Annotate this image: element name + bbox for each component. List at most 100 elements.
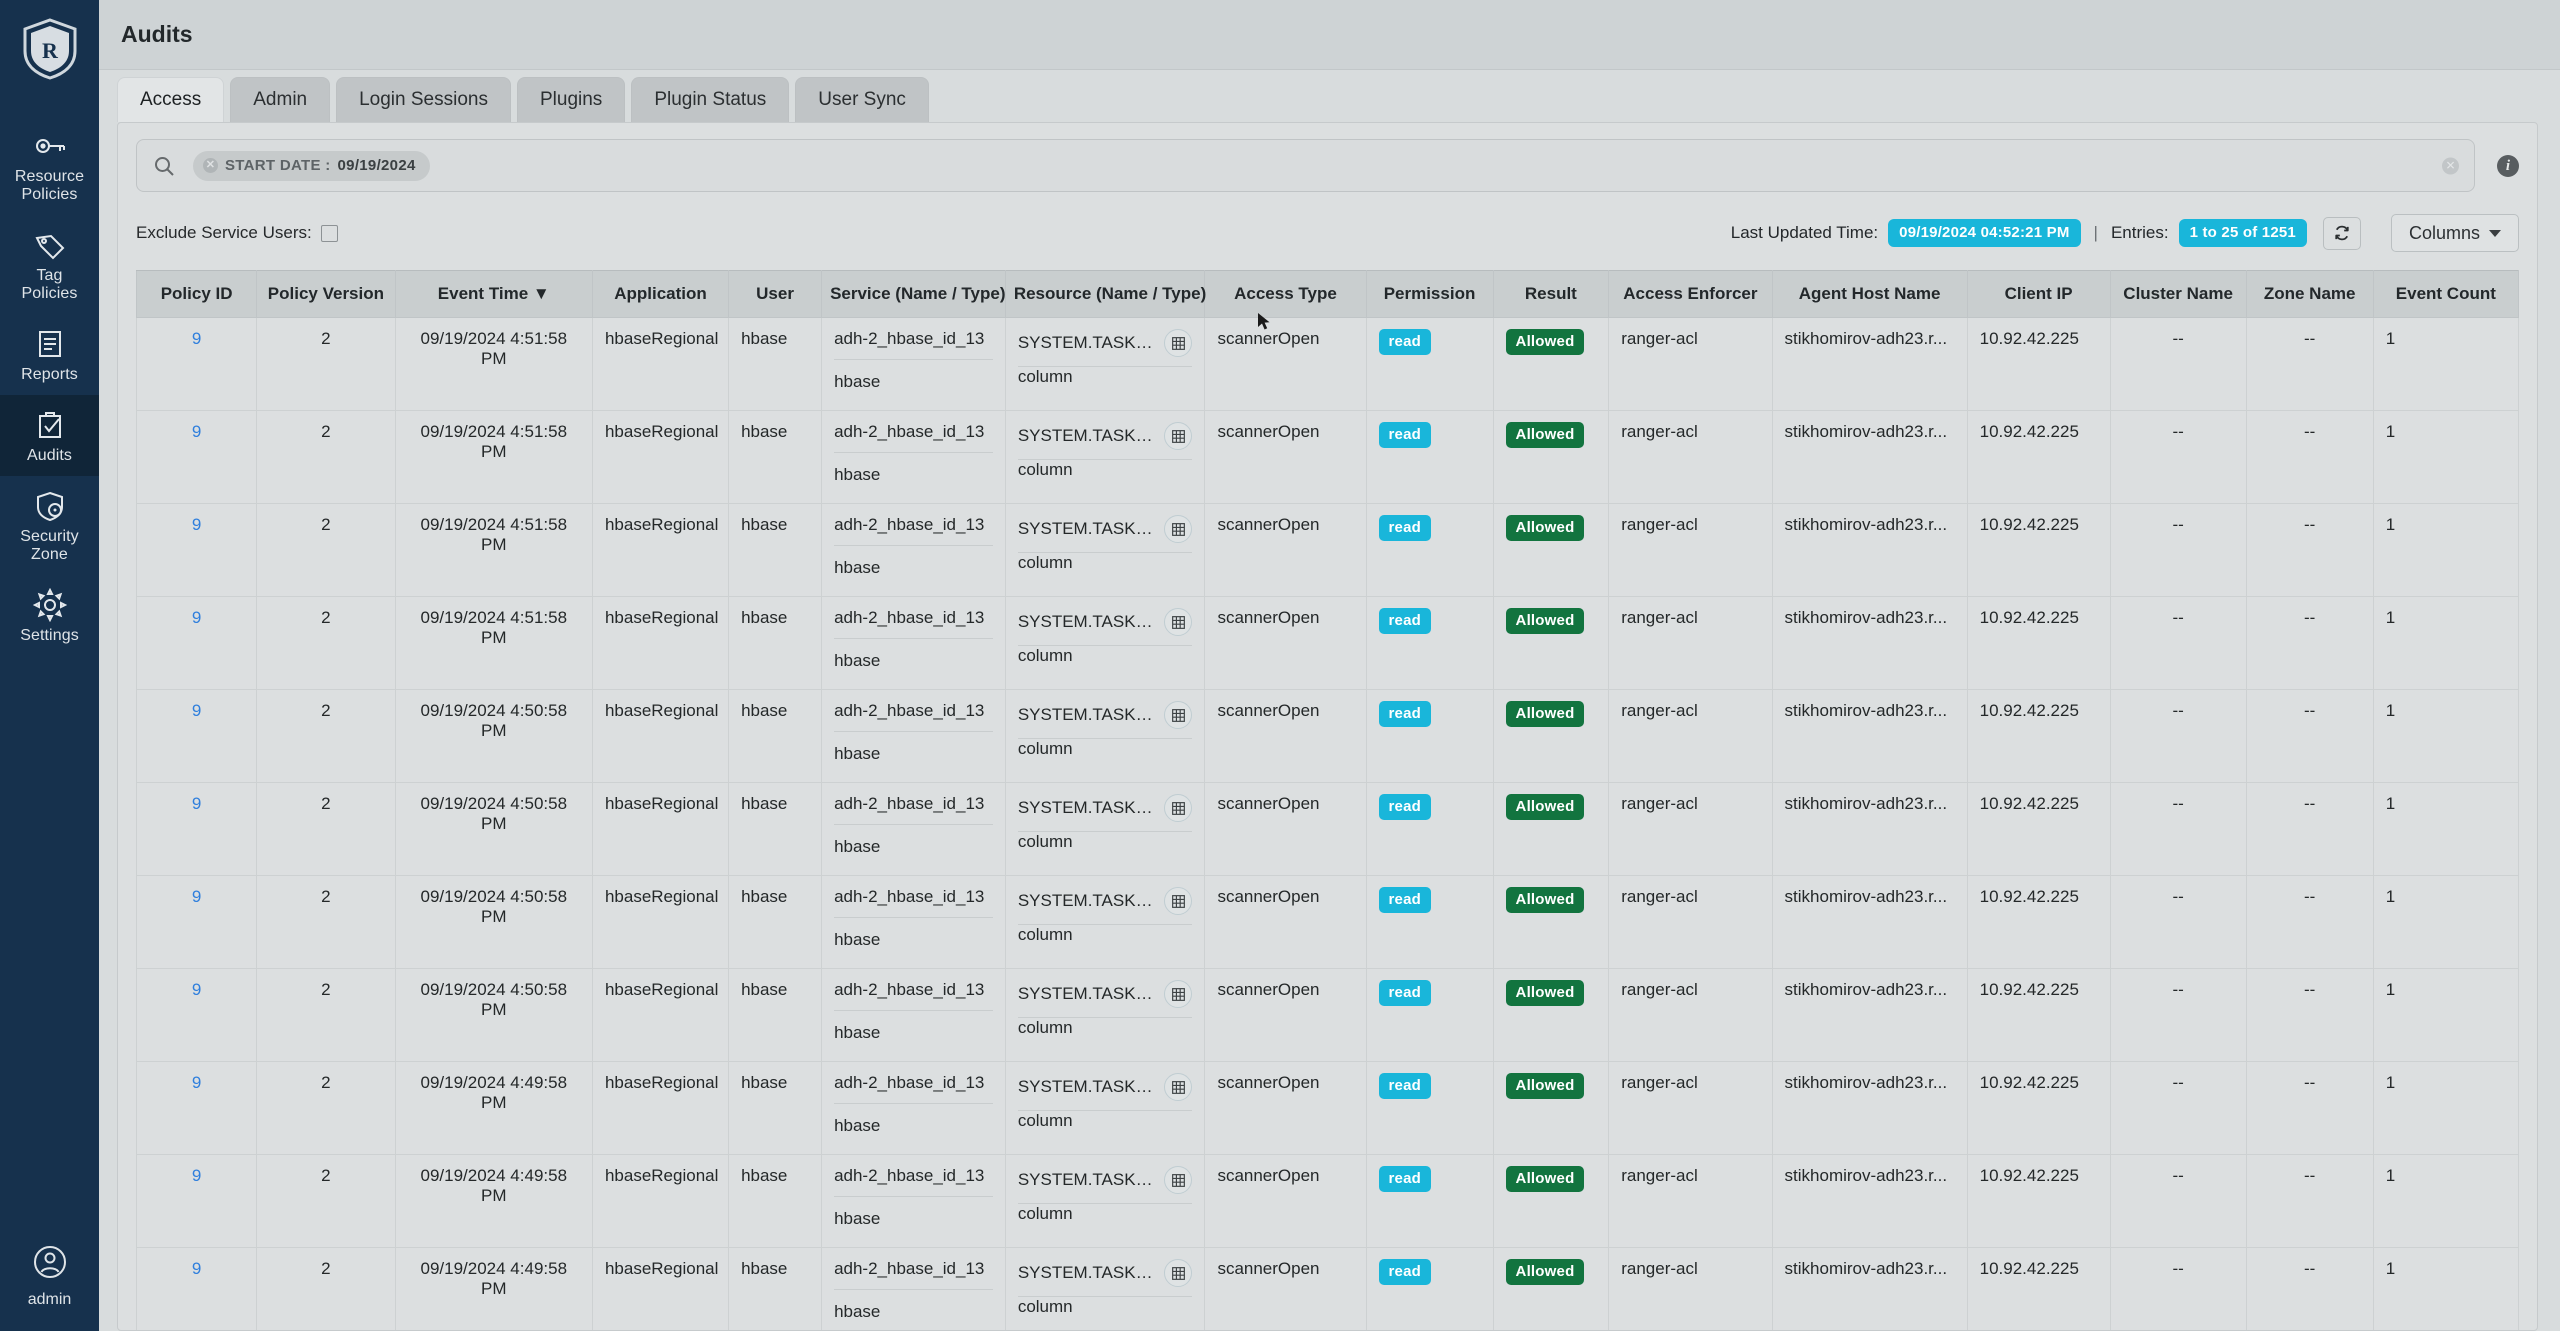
sidebar-item-security-zone[interactable]: Security Zone [0,476,99,575]
sidebar-item-settings[interactable]: Settings [0,575,99,656]
col-result[interactable]: Result [1492,270,1610,318]
resource-detail-icon[interactable] [1164,329,1193,357]
permission-badge: read [1378,887,1431,913]
refresh-button[interactable] [2322,216,2361,250]
cell-client-ip: 10.92.42.225 [1966,596,2111,690]
service-type: hbase [834,930,881,949]
policy-id-link[interactable]: 9 [192,980,201,999]
col-access-type[interactable]: Access Type [1204,270,1367,318]
tab-user-sync[interactable]: User Sync [795,77,929,122]
tab-access[interactable]: Access [117,77,225,122]
service-type: hbase [834,1302,881,1321]
resource-detail-icon[interactable] [1164,422,1193,450]
policy-id-link[interactable]: 9 [192,1073,201,1092]
tab-login-sessions[interactable]: Login Sessions [336,77,511,122]
cell-result: Allowed [1492,1247,1610,1330]
cell-resource: SYSTEM.TASK/0/T... column [1004,1061,1206,1155]
info-icon[interactable]: i [2497,154,2519,177]
policy-id-link[interactable]: 9 [192,422,201,441]
sidebar-item-resource-policies[interactable]: Resource Policies [0,116,99,215]
col-zone-name[interactable]: Zone Name [2245,270,2374,318]
tag-icon [33,228,67,262]
exclude-service-users-checkbox[interactable] [320,224,338,242]
table-row[interactable]: 9 2 09/19/2024 4:50:58 PM hbaseRegional hbas… [136,689,2519,783]
col-policy-version[interactable]: Policy Version [256,270,396,318]
cell-agent-host-name: stikhomirov-adh23.r... [1771,317,1968,411]
resource-detail-icon[interactable] [1164,980,1193,1008]
sidebar-item-label: Settings [20,627,79,644]
col-service[interactable]: Service (Name / Type) [821,270,1006,318]
table-row[interactable]: 9 2 09/19/2024 4:51:58 PM hbaseRegional hbas… [136,503,2519,597]
permission-badge: read [1378,794,1431,820]
sidebar-item-reports[interactable]: Reports [0,314,99,395]
col-label: Resource (Name / Type) [1013,284,1207,303]
resource-type: column [1017,1297,1073,1316]
table-row[interactable]: 9 2 09/19/2024 4:51:58 PM hbaseRegional hbas… [136,317,2519,411]
audit-table-container[interactable]: Policy ID Policy Version Event Time ▼ Ap… [136,270,2519,1330]
table-row[interactable]: 9 2 09/19/2024 4:51:58 PM hbaseRegional hbas… [136,596,2519,690]
resource-detail-icon[interactable] [1164,794,1193,822]
resource-detail-icon[interactable] [1164,1259,1193,1287]
tab-admin[interactable]: Admin [230,77,331,122]
clear-icon[interactable]: ✕ [2442,157,2459,174]
col-client-ip[interactable]: Client IP [1966,270,2111,318]
resource-detail-icon[interactable] [1164,701,1193,729]
cell-cluster-name: -- [2109,317,2247,411]
policy-id-link[interactable]: 9 [192,515,201,534]
columns-button[interactable]: Columns [2390,214,2519,252]
tab-plugins[interactable]: Plugins [516,77,626,122]
col-resource[interactable]: Resource (Name / Type) [1004,270,1207,318]
cell-application: hbaseRegional [591,968,730,1062]
policy-id-link[interactable]: 9 [192,329,201,348]
policy-id-link[interactable]: 9 [192,887,201,906]
col-event-time[interactable]: Event Time ▼ [394,270,593,318]
sidebar-item-audits[interactable]: Audits [0,395,99,476]
resource-detail-icon[interactable] [1164,1073,1193,1101]
cell-event-time: 09/19/2024 4:51:58 PM [394,410,593,504]
table-row[interactable]: 9 2 09/19/2024 4:50:58 PM hbaseRegional hbas… [136,968,2519,1062]
sidebar-item-tag-policies[interactable]: Tag Policies [0,215,99,314]
table-row[interactable]: 9 2 09/19/2024 4:51:58 PM hbaseRegional hbas… [136,410,2519,504]
sidebar-user[interactable]: admin [0,1244,99,1309]
resource-detail-icon[interactable] [1164,1166,1193,1194]
policy-id-link[interactable]: 9 [192,701,201,720]
search-row: ✕ START DATE : 09/19/2024 ✕ i [136,139,2519,192]
col-agent-host-name[interactable]: Agent Host Name [1771,270,1968,318]
col-event-count[interactable]: Event Count [2372,270,2519,318]
table-row[interactable]: 9 2 09/19/2024 4:49:58 PM hbaseRegional hbas… [136,1154,2519,1248]
table-row[interactable]: 9 2 09/19/2024 4:50:58 PM hbaseRegional hbas… [136,782,2519,876]
table-row[interactable]: 9 2 09/19/2024 4:49:58 PM hbaseRegional hbas… [136,1061,2519,1155]
policy-id-link[interactable]: 9 [192,794,201,813]
tab-plugin-status[interactable]: Plugin Status [631,77,790,122]
resource-detail-icon[interactable] [1164,887,1193,915]
table-row[interactable]: 9 2 09/19/2024 4:50:58 PM hbaseRegional hbas… [136,875,2519,969]
cell-policy-version: 2 [256,503,396,597]
col-policy-id[interactable]: Policy ID [136,270,258,318]
permission-badge: read [1378,1259,1431,1285]
cell-client-ip: 10.92.42.225 [1966,317,2111,411]
entries-label: Entries: [2110,223,2169,242]
cell-zone-name: -- [2245,1154,2374,1248]
cell-application: hbaseRegional [591,1247,730,1330]
table-row[interactable]: 9 2 09/19/2024 4:49:58 PM hbaseRegional hbas… [136,1247,2519,1330]
cell-access-type: scannerOpen [1204,410,1367,504]
cell-user: hbase [728,503,823,597]
col-user[interactable]: User [728,270,823,318]
cell-result: Allowed [1492,968,1610,1062]
policy-id-link[interactable]: 9 [192,1259,201,1278]
chip-remove-icon[interactable]: ✕ [203,158,218,173]
policy-id-link[interactable]: 9 [192,1166,201,1185]
col-access-enforcer[interactable]: Access Enforcer [1608,270,1773,318]
resource-detail-icon[interactable] [1164,515,1193,543]
policy-id-link[interactable]: 9 [192,608,201,627]
cell-access-type: scannerOpen [1204,1247,1367,1330]
cell-service: adh-2_hbase_id_13 hbase [821,782,1006,876]
col-application[interactable]: Application [591,270,730,318]
cell-policy-version: 2 [256,968,396,1062]
resource-detail-icon[interactable] [1164,608,1193,636]
search-input[interactable]: ✕ START DATE : 09/19/2024 ✕ [136,139,2475,192]
col-cluster-name[interactable]: Cluster Name [2109,270,2247,318]
filter-chip-start-date[interactable]: ✕ START DATE : 09/19/2024 [193,150,430,181]
col-permission[interactable]: Permission [1365,270,1494,318]
ranger-shield-logo[interactable]: R [22,18,78,80]
